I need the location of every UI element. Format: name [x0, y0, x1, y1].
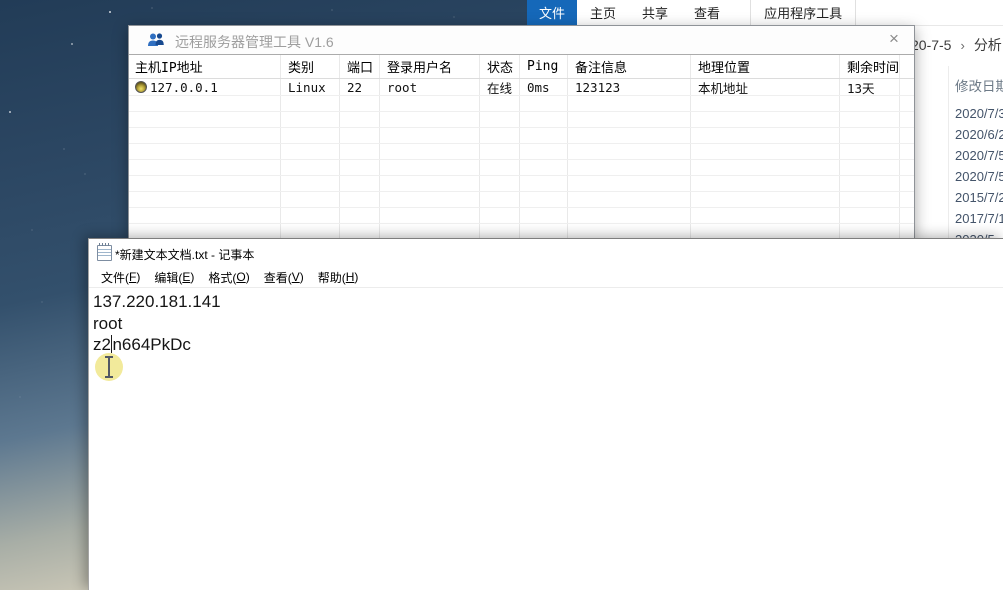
col-header-ping[interactable]: Ping [520, 55, 568, 78]
app-logo-icon [147, 32, 165, 48]
notepad-titlebar[interactable]: *新建文本文档.txt - 记事本 [89, 239, 1003, 267]
file-date-list: 2020/7/3 2020/6/2 2020/7/5 2020/7/5 2015… [955, 103, 1003, 250]
tab-app-tools[interactable]: 应用程序工具 [750, 0, 856, 25]
tool-titlebar[interactable]: 远程服务器管理工具 V1.6 × [129, 26, 914, 54]
breadcrumb[interactable]: 20-7-5 › 分析 [911, 35, 1002, 55]
menu-edit[interactable]: 编辑(E) [147, 267, 201, 287]
click-highlight [95, 353, 123, 381]
tab-home[interactable]: 主页 [577, 0, 629, 25]
empty-table-row [129, 96, 914, 112]
col-header-port[interactable]: 端口 [340, 55, 380, 78]
ibeam-cursor-icon [108, 357, 110, 377]
cell-location[interactable]: 本机地址 [691, 79, 840, 95]
text-line-password: z2n664PkDc [93, 334, 1003, 356]
col-header-note[interactable]: 备注信息 [568, 55, 691, 78]
tab-view[interactable]: 查看 [681, 0, 733, 25]
breadcrumb-current[interactable]: 分析 [974, 37, 1002, 53]
empty-table-row [129, 144, 914, 160]
cell-filler [900, 79, 914, 95]
cell-note[interactable]: 123123 [568, 79, 691, 95]
notepad-window: *新建文本文档.txt - 记事本 文件(F) 编辑(E) 格式(O) 查看(V… [88, 238, 1003, 590]
server-table-row[interactable]: 127.0.0.1 Linux 22 root 在线 0ms 123123 本机… [129, 79, 914, 96]
notepad-text-area[interactable]: 137.220.181.141 root z2n664PkDc [89, 288, 1003, 356]
server-status-sphere-icon [135, 81, 147, 93]
col-header-filler [900, 55, 914, 78]
breadcrumb-folder[interactable]: 20-7-5 [911, 37, 951, 53]
menu-file[interactable]: 文件(F) [94, 267, 147, 287]
cell-time-left[interactable]: 13天 [840, 79, 900, 95]
file-modified-date[interactable]: 2020/6/2 [955, 124, 1003, 145]
col-header-host-ip[interactable]: 主机IP地址 [129, 55, 281, 78]
menu-help[interactable]: 帮助(H) [311, 267, 366, 287]
column-header-modified-date[interactable]: 修改日期 [955, 75, 1003, 95]
empty-table-row [129, 208, 914, 224]
notepad-menubar: 文件(F) 编辑(E) 格式(O) 查看(V) 帮助(H) [89, 267, 1003, 288]
col-header-location[interactable]: 地理位置 [691, 55, 840, 78]
cell-ping[interactable]: 0ms [520, 79, 568, 95]
text-line-ip: 137.220.181.141 [93, 291, 1003, 313]
empty-table-row [129, 160, 914, 176]
server-table-header: 主机IP地址 类别 端口 登录用户名 状态 Ping 备注信息 地理位置 剩余时… [129, 54, 914, 79]
file-modified-date[interactable]: 2020/7/5 [955, 145, 1003, 166]
chevron-right-icon: › [960, 38, 964, 53]
col-header-username[interactable]: 登录用户名 [380, 55, 480, 78]
tab-file[interactable]: 文件 [527, 0, 577, 25]
window-title: 远程服务器管理工具 V1.6 [175, 32, 334, 52]
col-header-time-left[interactable]: 剩余时间 [840, 55, 900, 78]
cell-status[interactable]: 在线 [480, 79, 520, 95]
file-modified-date[interactable]: 2017/7/1 [955, 208, 1003, 229]
notepad-window-title: *新建文本文档.txt - 记事本 [115, 246, 254, 263]
cell-category[interactable]: Linux [281, 79, 340, 95]
menu-format[interactable]: 格式(O) [201, 267, 256, 287]
tab-share[interactable]: 共享 [629, 0, 681, 25]
empty-table-row [129, 176, 914, 192]
empty-table-row [129, 128, 914, 144]
menu-view[interactable]: 查看(V) [257, 267, 311, 287]
col-header-category[interactable]: 类别 [281, 55, 340, 78]
empty-table-row [129, 192, 914, 208]
empty-table-row [129, 112, 914, 128]
cell-host-ip[interactable]: 127.0.0.1 [129, 79, 281, 95]
explorer-ribbon-tabs: 文件 主页 共享 查看 应用程序工具 [527, 0, 1003, 26]
text-line-user: root [93, 313, 1003, 335]
wallpaper-stars [0, 0, 4, 4]
cell-port[interactable]: 22 [340, 79, 380, 95]
column-divider[interactable] [948, 66, 949, 238]
file-modified-date[interactable]: 2020/7/3 [955, 103, 1003, 124]
col-header-status[interactable]: 状态 [480, 55, 520, 78]
remote-server-tool-window: 远程服务器管理工具 V1.6 × 主机IP地址 类别 端口 登录用户名 状态 P… [128, 25, 915, 239]
notepad-icon [97, 245, 112, 261]
close-icon[interactable]: × [884, 29, 904, 49]
file-modified-date[interactable]: 2015/7/2 [955, 187, 1003, 208]
file-modified-date[interactable]: 2020/7/5 [955, 166, 1003, 187]
cell-username[interactable]: root [380, 79, 480, 95]
